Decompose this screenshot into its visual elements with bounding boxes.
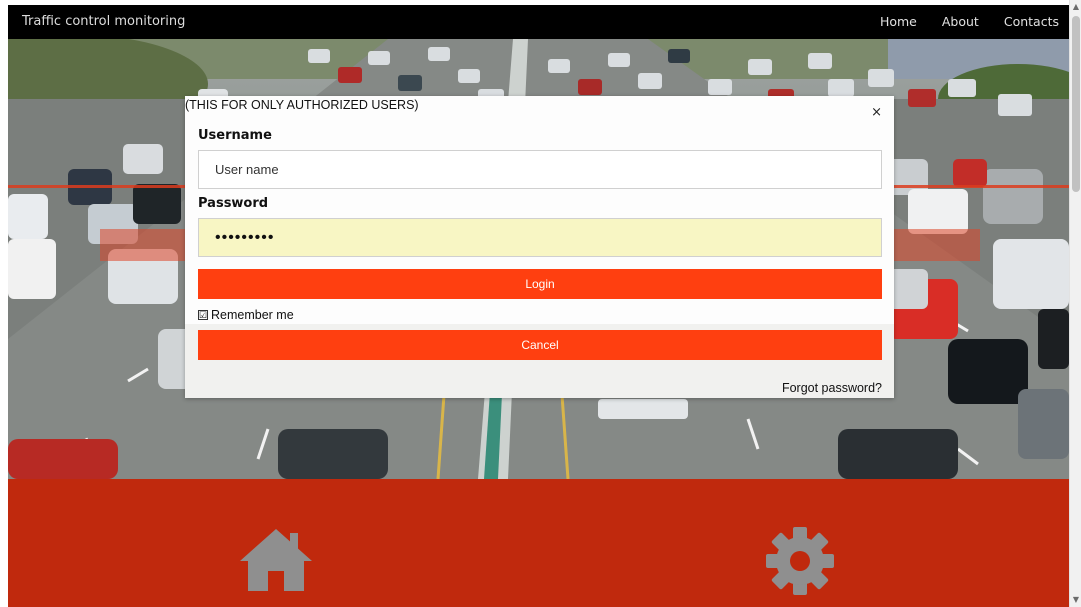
nav-home-link[interactable]: Home xyxy=(880,14,917,29)
password-label: Password xyxy=(198,196,269,211)
scrollbar-thumb[interactable] xyxy=(1072,16,1080,192)
nav-about-link[interactable]: About xyxy=(942,14,979,29)
brand-title[interactable]: Traffic control monitoring xyxy=(22,14,185,29)
login-button[interactable]: Login xyxy=(198,269,882,299)
feature-section xyxy=(8,479,1069,607)
close-icon[interactable]: × xyxy=(871,105,882,120)
remember-me-checkbox[interactable]: ☑ Remember me xyxy=(198,308,294,322)
nav-menu: Home About Contacts xyxy=(855,14,1059,29)
password-input[interactable] xyxy=(198,218,882,257)
forgot-password-link[interactable]: Forgot password? xyxy=(782,381,882,395)
top-navbar: Traffic control monitoring Home About Co… xyxy=(8,5,1069,39)
remember-me-label: Remember me xyxy=(211,308,294,322)
scroll-up-arrow-icon[interactable]: ▲ xyxy=(1070,0,1081,14)
checkbox-checked-icon[interactable]: ☑ xyxy=(198,310,208,320)
username-label: Username xyxy=(198,128,272,143)
modal-title: (THIS FOR ONLY AUTHORIZED USERS) xyxy=(185,98,419,112)
page-scrollbar[interactable]: ▲ ▼ xyxy=(1069,0,1081,607)
nav-contacts-link[interactable]: Contacts xyxy=(1004,14,1059,29)
login-modal: (THIS FOR ONLY AUTHORIZED USERS) × Usern… xyxy=(185,96,894,398)
username-input[interactable] xyxy=(198,150,882,189)
home-icon[interactable] xyxy=(240,529,312,595)
cancel-button[interactable]: Cancel xyxy=(198,330,882,360)
scroll-down-arrow-icon[interactable]: ▼ xyxy=(1070,593,1081,607)
gear-icon[interactable] xyxy=(765,526,835,600)
